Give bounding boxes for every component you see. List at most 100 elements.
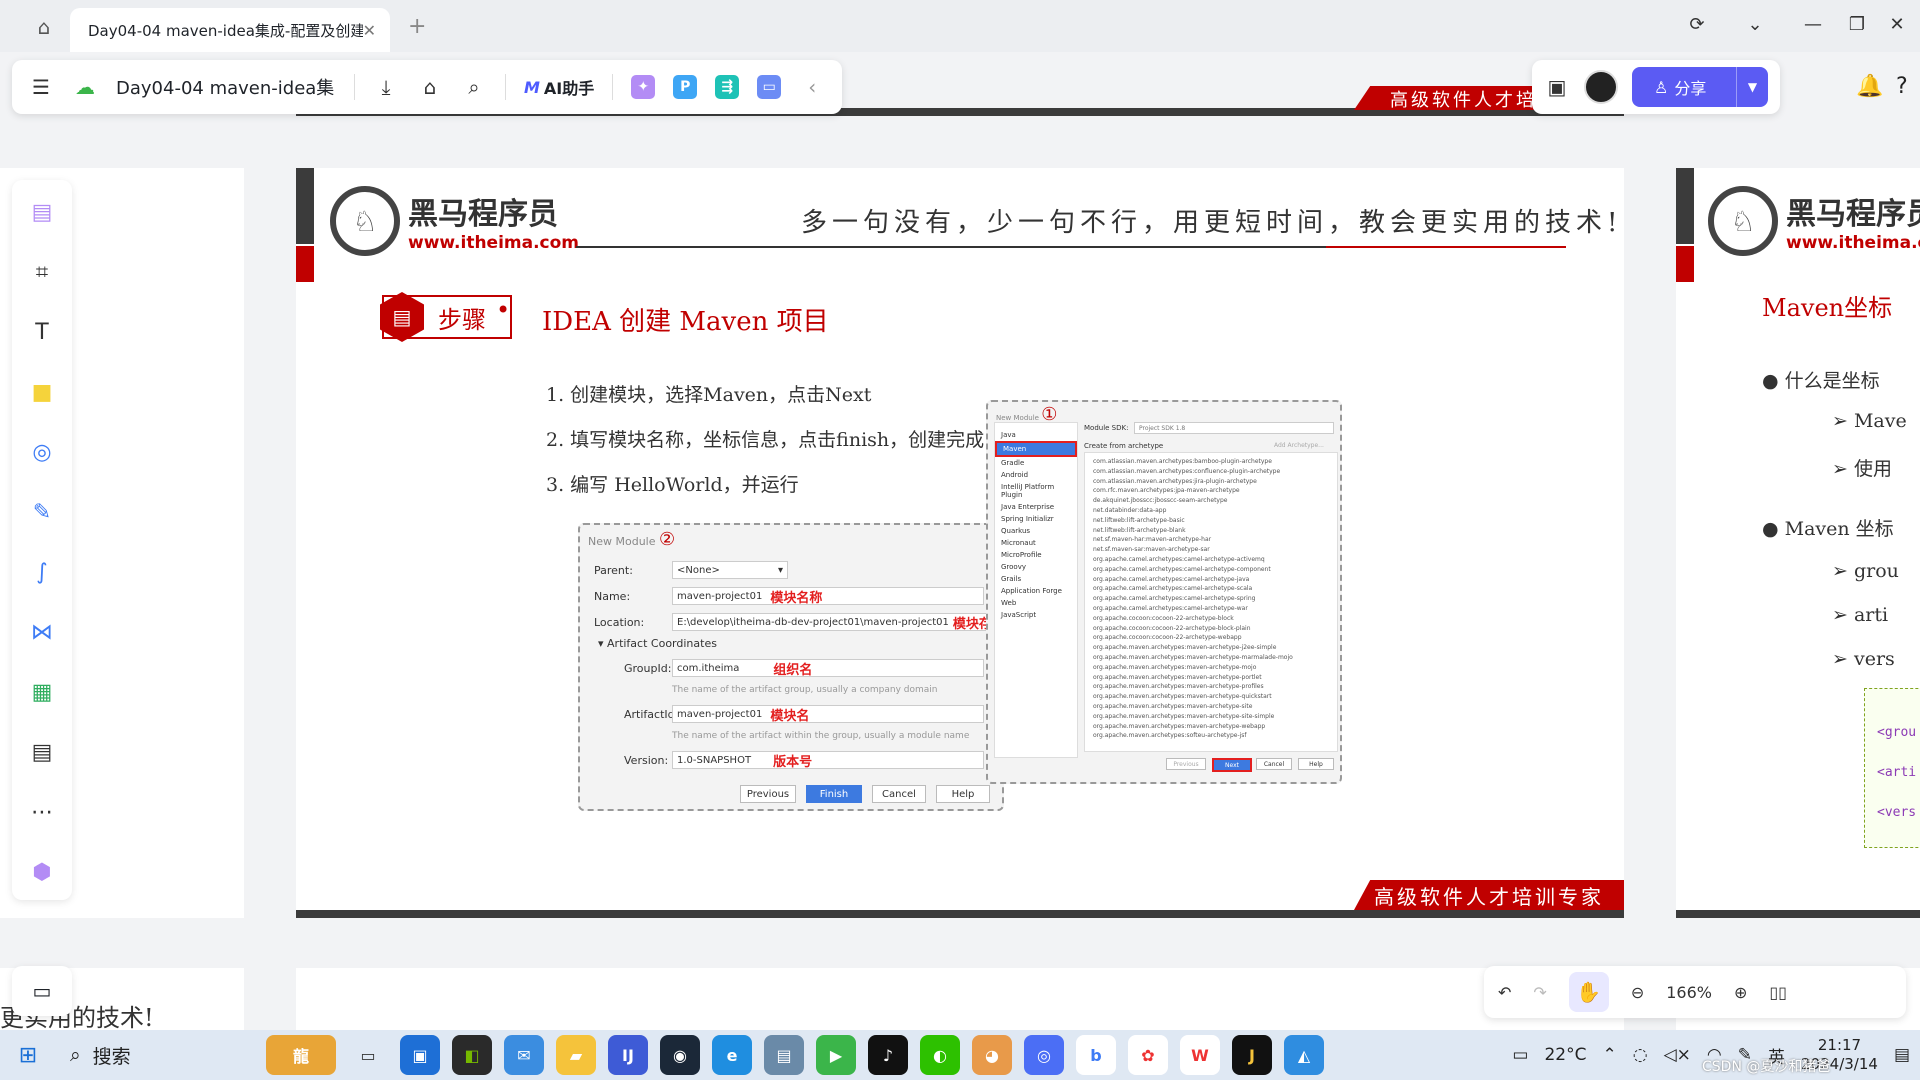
- mindmap-icon[interactable]: ⇶: [715, 75, 740, 99]
- network-icon[interactable]: ◌: [1633, 1045, 1648, 1065]
- module-type-maven[interactable]: Maven: [995, 441, 1077, 457]
- next-button[interactable]: Next: [1212, 758, 1252, 772]
- hand-tool-icon[interactable]: ✋: [1568, 972, 1609, 1012]
- reload-icon[interactable]: ⟳: [1682, 14, 1712, 35]
- app-icon[interactable]: ▤: [764, 1035, 804, 1075]
- help-icon[interactable]: ?: [1896, 74, 1908, 99]
- help-button[interactable]: Help: [936, 785, 990, 803]
- archetype-item[interactable]: com.atlassian.maven.archetypes:jira-plug…: [1093, 477, 1329, 487]
- tag-icon[interactable]: ⌂: [417, 74, 443, 100]
- nvidia-icon[interactable]: ◧: [452, 1035, 492, 1075]
- new-tab-icon[interactable]: +: [408, 14, 426, 39]
- archetype-item[interactable]: net.sf.maven-sar:maven-archetype-sar: [1093, 545, 1329, 555]
- module-type[interactable]: Grails: [995, 573, 1077, 585]
- artifactid-field[interactable]: maven-project01 模块名: [672, 705, 984, 724]
- module-type[interactable]: Micronaut: [995, 537, 1077, 549]
- previous-button[interactable]: Previous: [740, 785, 796, 803]
- sticky-note-icon[interactable]: ■: [22, 372, 62, 412]
- archetype-item[interactable]: net.liftweb:lift-archetype-basic: [1093, 516, 1329, 526]
- maximize-icon[interactable]: ❐: [1842, 14, 1872, 35]
- connector-icon[interactable]: ∫: [22, 552, 62, 592]
- name-field[interactable]: maven-project01 模块名称: [672, 587, 984, 606]
- more-icon[interactable]: ⋯: [22, 792, 62, 832]
- b-app-icon[interactable]: b: [1076, 1035, 1116, 1075]
- version-field[interactable]: 1.0-SNAPSHOT 版本号: [672, 751, 984, 770]
- table-icon[interactable]: ▦: [22, 672, 62, 712]
- chevron-down-icon[interactable]: ▼: [1736, 67, 1768, 107]
- archetype-item[interactable]: de.akquinet.jbosscc:jbosscc-seam-archety…: [1093, 496, 1329, 506]
- archetype-item[interactable]: org.apache.camel.archetypes:camel-archet…: [1093, 604, 1329, 614]
- image-ai-icon[interactable]: ✦: [631, 75, 656, 99]
- zoom-in-icon[interactable]: ⊕: [1734, 983, 1747, 1002]
- archetype-item[interactable]: org.apache.maven.archetypes:softeu-arche…: [1093, 731, 1329, 741]
- minimap-icon[interactable]: ▭: [12, 966, 72, 1016]
- wechat-icon[interactable]: ◐: [920, 1035, 960, 1075]
- archetype-item[interactable]: net.databinder:data-app: [1093, 506, 1329, 516]
- shiba-icon[interactable]: ◕: [972, 1035, 1012, 1075]
- archetype-item[interactable]: org.apache.maven.archetypes:maven-archet…: [1093, 663, 1329, 673]
- download-icon[interactable]: ⤓: [373, 74, 399, 100]
- jetbrains-icon[interactable]: J: [1232, 1035, 1272, 1075]
- archetype-item[interactable]: com.atlassian.maven.archetypes:bamboo-pl…: [1093, 457, 1329, 467]
- archetype-item[interactable]: org.apache.maven.archetypes:maven-archet…: [1093, 653, 1329, 663]
- photo-icon[interactable]: ◭: [1284, 1035, 1324, 1075]
- module-type[interactable]: IntelliJ Platform Plugin: [995, 481, 1077, 501]
- archetype-item[interactable]: net.liftweb:lift-archetype-blank: [1093, 526, 1329, 536]
- archetype-item[interactable]: com.rfc.maven.archetypes:jpa-maven-arche…: [1093, 486, 1329, 496]
- previous-button[interactable]: Previous: [1166, 758, 1206, 770]
- module-type[interactable]: Web: [995, 597, 1077, 609]
- add-archetype-button[interactable]: Add Archetype...: [1274, 442, 1324, 449]
- minimize-icon[interactable]: —: [1798, 14, 1828, 35]
- module-type[interactable]: Java: [995, 429, 1077, 441]
- zoom-out-icon[interactable]: ⊖: [1631, 983, 1644, 1002]
- redo-icon[interactable]: ↷: [1533, 983, 1546, 1002]
- task-view-icon[interactable]: ▭: [348, 1035, 388, 1075]
- window-close-icon[interactable]: ✕: [1882, 14, 1912, 35]
- archetype-item[interactable]: org.apache.cocoon:cocoon-22-archetype-bl…: [1093, 624, 1329, 634]
- archetype-item[interactable]: com.atlassian.maven.archetypes:confluenc…: [1093, 467, 1329, 477]
- module-type[interactable]: Spring Initializr: [995, 513, 1077, 525]
- notification-icon[interactable]: ▤: [1894, 1045, 1910, 1065]
- search-icon[interactable]: ⌕: [461, 74, 487, 100]
- tiktok-icon[interactable]: ♪: [868, 1035, 908, 1075]
- feishu-icon[interactable]: ✿: [1128, 1035, 1168, 1075]
- textbox-icon[interactable]: ▤: [22, 732, 62, 772]
- player-icon[interactable]: ▶: [816, 1035, 856, 1075]
- file-explorer-icon[interactable]: ▰: [556, 1035, 596, 1075]
- windows-start-icon[interactable]: ⊞: [0, 1030, 56, 1080]
- archetype-item[interactable]: org.apache.cocoon:cocoon-22-archetype-bl…: [1093, 614, 1329, 624]
- avatar[interactable]: [1584, 70, 1618, 104]
- archetype-item[interactable]: org.apache.maven.archetypes:maven-archet…: [1093, 702, 1329, 712]
- archetype-item[interactable]: org.apache.maven.archetypes:maven-archet…: [1093, 692, 1329, 702]
- cancel-button[interactable]: Cancel: [872, 785, 926, 803]
- module-type[interactable]: Groovy: [995, 561, 1077, 573]
- toolbox-icon[interactable]: ▣: [1544, 74, 1570, 100]
- archetype-item[interactable]: org.apache.camel.archetypes:camel-archet…: [1093, 575, 1329, 585]
- module-type[interactable]: MicroProfile: [995, 549, 1077, 561]
- archetype-item[interactable]: org.apache.camel.archetypes:camel-archet…: [1093, 555, 1329, 565]
- groupid-field[interactable]: com.itheima 组织名: [672, 659, 984, 678]
- menu-icon[interactable]: ☰: [28, 74, 54, 100]
- intellij-icon[interactable]: IJ: [608, 1035, 648, 1075]
- parent-select[interactable]: <None> ▾: [672, 561, 788, 579]
- module-type[interactable]: JavaScript: [995, 609, 1077, 621]
- archetype-item[interactable]: org.apache.camel.archetypes:camel-archet…: [1093, 584, 1329, 594]
- sdk-select[interactable]: Project SDK 1.8: [1134, 422, 1334, 434]
- module-type[interactable]: Java Enterprise: [995, 501, 1077, 513]
- steam-icon[interactable]: ◉: [660, 1035, 700, 1075]
- archetype-item[interactable]: org.apache.maven.archetypes:maven-archet…: [1093, 643, 1329, 653]
- module-type[interactable]: Gradle: [995, 457, 1077, 469]
- p-plugin-icon[interactable]: P: [673, 75, 698, 99]
- archetype-item[interactable]: org.apache.maven.archetypes:maven-archet…: [1093, 682, 1329, 692]
- archetype-item[interactable]: net.sf.maven-har:maven-archetype-har: [1093, 535, 1329, 545]
- module-type[interactable]: Quarkus: [995, 525, 1077, 537]
- cancel-button[interactable]: Cancel: [1256, 758, 1292, 770]
- share-button[interactable]: ♙ 分享 ▼: [1632, 67, 1768, 107]
- weather-icon[interactable]: ▭: [1512, 1045, 1528, 1065]
- comment-icon[interactable]: ▭: [757, 75, 782, 99]
- frame-icon[interactable]: ⌗: [22, 252, 62, 292]
- plugin-icon[interactable]: ⬢: [22, 852, 62, 892]
- store-icon[interactable]: ▣: [400, 1035, 440, 1075]
- ai-assistant-button[interactable]: M AI助手: [524, 75, 594, 99]
- archetype-item[interactable]: org.apache.maven.archetypes:maven-archet…: [1093, 673, 1329, 683]
